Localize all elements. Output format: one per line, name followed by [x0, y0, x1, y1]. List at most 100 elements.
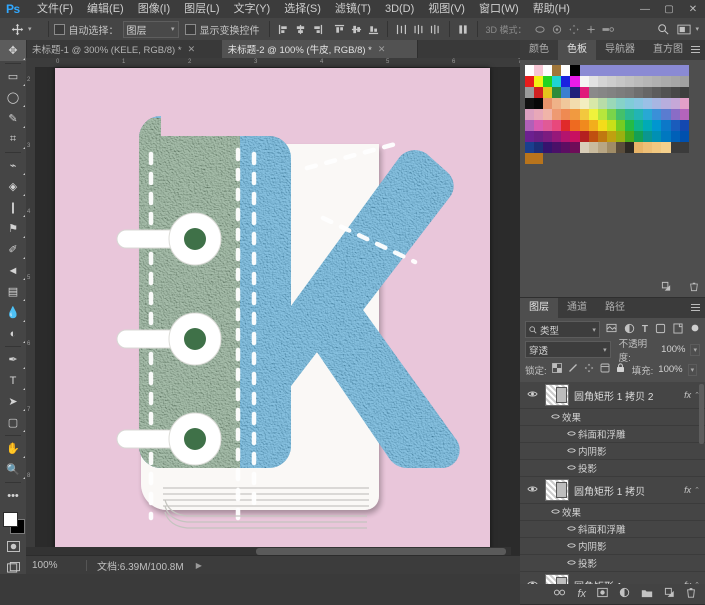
layer-style-icon[interactable]: fx: [577, 588, 586, 600]
swatch-cell[interactable]: [597, 98, 607, 109]
opacity-slider-chevron-icon[interactable]: ▾: [690, 343, 700, 356]
horizontal-scroll-thumb[interactable]: [256, 548, 506, 555]
swatch-cell[interactable]: [634, 109, 644, 120]
rotate-3d-icon[interactable]: [532, 20, 549, 38]
swatch-cell[interactable]: [679, 87, 689, 98]
color-panel-tab-3[interactable]: 直方图: [644, 40, 692, 60]
swatch-cell[interactable]: [634, 98, 644, 109]
menu-item-9[interactable]: 窗口(W): [472, 0, 526, 18]
swatch-cell[interactable]: [552, 120, 562, 131]
move-tool[interactable]: ✥: [0, 40, 26, 61]
menu-item-4[interactable]: 文字(Y): [227, 0, 278, 18]
swatch-cell[interactable]: [561, 87, 571, 98]
align-top-edges-icon[interactable]: [331, 20, 348, 38]
layer-visibility-icon[interactable]: [524, 485, 540, 495]
swatch-cell[interactable]: [588, 87, 598, 98]
swatch-cell[interactable]: [606, 142, 616, 153]
swatch-cell[interactable]: [579, 98, 589, 109]
swatch-cell[interactable]: [597, 87, 607, 98]
swatch-cell[interactable]: [615, 65, 626, 76]
swatch-cell[interactable]: [679, 65, 689, 76]
color-panel-menu-icon[interactable]: [691, 46, 700, 54]
swatch-cell[interactable]: [625, 120, 635, 131]
close-button[interactable]: ✕: [681, 0, 705, 18]
swatch-cell[interactable]: [643, 109, 653, 120]
swatch-cell[interactable]: [606, 76, 616, 87]
swatch-cell[interactable]: [643, 142, 653, 153]
swatch-cell[interactable]: [652, 109, 662, 120]
color-swatch-pair[interactable]: [0, 510, 26, 536]
effects-visibility-icon[interactable]: [548, 508, 562, 517]
swatch-cell[interactable]: [661, 142, 671, 153]
swatch-cell[interactable]: [634, 76, 644, 87]
menu-item-10[interactable]: 帮助(H): [526, 0, 577, 18]
filter-enable-toggle[interactable]: [690, 323, 700, 336]
pixel-filter-icon[interactable]: [606, 323, 617, 336]
pen-tool[interactable]: ✒: [0, 349, 26, 370]
swatch-cell[interactable]: [652, 87, 662, 98]
smart-object-filter-icon[interactable]: [673, 323, 683, 337]
layer-fx-badge[interactable]: fx: [684, 390, 694, 400]
menu-item-6[interactable]: 滤镜(T): [328, 0, 378, 18]
layers-panel-tab-1[interactable]: 通道: [558, 298, 596, 318]
color-panel-tab-2[interactable]: 导航器: [596, 40, 644, 60]
swatch-cell[interactable]: [661, 76, 671, 87]
swatch-cell[interactable]: [625, 142, 635, 153]
hand-tool[interactable]: ✋: [0, 438, 26, 459]
swatch-cell[interactable]: [543, 153, 553, 164]
swatch-cell[interactable]: [543, 98, 553, 109]
swatch-cell[interactable]: [652, 98, 662, 109]
swatch-cell[interactable]: [670, 98, 680, 109]
swatch-cell[interactable]: [625, 98, 635, 109]
swatch-cell[interactable]: [525, 153, 535, 164]
swatch-cell[interactable]: [588, 142, 598, 153]
blur-tool[interactable]: 💧: [0, 302, 26, 323]
swatch-cell[interactable]: [652, 76, 662, 87]
swatch-cell[interactable]: [606, 131, 616, 142]
swatch-cell[interactable]: [661, 120, 671, 131]
color-panel-tab-1[interactable]: 色板: [558, 40, 596, 60]
layer-fx-badge[interactable]: fx: [684, 485, 694, 495]
lock-transparent-icon[interactable]: [551, 363, 562, 376]
effects-visibility-icon[interactable]: [548, 413, 562, 422]
tool-preset-chevron-icon[interactable]: ▾: [28, 25, 37, 33]
swatch-cell[interactable]: [534, 120, 544, 131]
auto-select-checkbox[interactable]: [53, 23, 65, 35]
swatch-cell[interactable]: [525, 131, 535, 142]
fill-value[interactable]: 100%: [658, 362, 682, 377]
swatch-cell[interactable]: [543, 120, 553, 131]
foreground-color-swatch[interactable]: [3, 512, 18, 527]
swatch-cell[interactable]: [615, 76, 626, 87]
swatch-cell[interactable]: [570, 109, 580, 120]
swatch-cell[interactable]: [670, 131, 680, 142]
opacity-value[interactable]: 100%: [661, 342, 685, 357]
swatch-cell[interactable]: [634, 65, 644, 76]
swatch-cell[interactable]: [670, 109, 680, 120]
swatch-cell[interactable]: [661, 109, 671, 120]
distribute-center-icon[interactable]: [410, 20, 427, 38]
swatch-cell[interactable]: [652, 120, 662, 131]
swatch-cell[interactable]: [561, 76, 571, 87]
layer-visibility-icon[interactable]: [524, 580, 540, 584]
align-bottom-edges-icon[interactable]: [365, 20, 382, 38]
swatch-cell[interactable]: [643, 120, 653, 131]
layer-effect-item[interactable]: 内阴影: [520, 538, 705, 555]
align-left-edges-icon[interactable]: [275, 20, 292, 38]
layer-effects-chevron-icon[interactable]: ⌃: [694, 581, 705, 584]
swatch-cell[interactable]: [552, 142, 562, 153]
adjustment-layer-icon[interactable]: [619, 587, 630, 601]
swatch-cell[interactable]: [679, 120, 689, 131]
swatch-cell[interactable]: [534, 87, 544, 98]
minimize-button[interactable]: —: [633, 0, 657, 18]
swatch-cell[interactable]: [579, 76, 589, 87]
layers-panel-tab-2[interactable]: 路径: [596, 298, 634, 318]
swatch-cell[interactable]: [534, 65, 544, 76]
swatch-cell[interactable]: [570, 65, 580, 76]
distribute-spacing-icon[interactable]: [455, 20, 472, 38]
move-tool-icon[interactable]: [6, 19, 28, 39]
swatch-cell[interactable]: [615, 153, 626, 164]
pan-3d-icon[interactable]: [566, 20, 583, 38]
swatch-cell[interactable]: [606, 120, 616, 131]
quick-selection-tool[interactable]: ✎: [0, 108, 26, 129]
lock-image-icon[interactable]: [568, 363, 578, 376]
